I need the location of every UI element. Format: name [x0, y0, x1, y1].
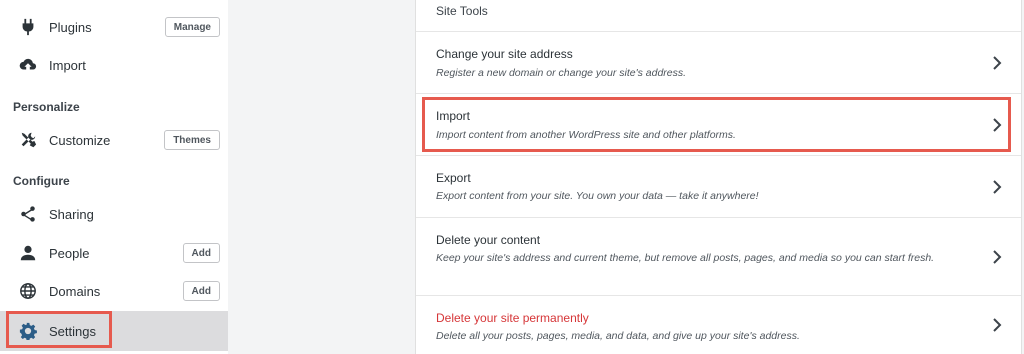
sidebar-item-label: Settings [49, 323, 96, 339]
add-domain-button[interactable]: Add [182, 281, 220, 301]
row-description: Import content from another WordPress si… [436, 129, 736, 141]
sidebar-item-customize[interactable]: Customize Themes [0, 122, 228, 158]
globe-icon [18, 281, 38, 301]
row-title: Export [436, 171, 471, 185]
plug-icon [18, 17, 38, 37]
cloud-upload-icon [18, 55, 38, 75]
card-header: Site Tools [436, 4, 488, 18]
row-title: Import [436, 109, 471, 123]
row-title: Change your site address [436, 47, 573, 61]
chevron-right-icon [991, 249, 1003, 265]
person-icon [18, 243, 38, 263]
gear-icon [18, 321, 38, 341]
sidebar-item-settings[interactable]: Settings [0, 311, 228, 351]
chevron-right-icon [991, 117, 1003, 133]
chevron-right-icon [991, 179, 1003, 195]
themes-button[interactable]: Themes [164, 130, 220, 150]
manage-plugins-button[interactable]: Manage [164, 17, 220, 37]
sidebar-item-label: Sharing [49, 206, 94, 222]
sidebar-item-label: Customize [49, 132, 111, 148]
sidebar-item-sharing[interactable]: Sharing [0, 196, 228, 232]
row-description: Keep your site's address and current the… [436, 252, 935, 264]
sidebar-item-plugins[interactable]: Plugins Manage [0, 9, 228, 45]
section-title-configure: Configure [13, 174, 70, 188]
chevron-right-icon [991, 317, 1003, 333]
row-delete-content[interactable]: Delete your content Keep your site's add… [416, 217, 1021, 295]
sidebar-item-domains[interactable]: Domains Add [0, 273, 228, 309]
sidebar: Plugins Manage Import Personalize Custom… [0, 0, 228, 354]
sidebar-item-label: Domains [49, 283, 101, 299]
chevron-right-icon [991, 55, 1003, 71]
row-export[interactable]: Export Export content from your site. Yo… [416, 155, 1021, 217]
sidebar-item-import[interactable]: Import [0, 47, 228, 83]
sidebar-item-label: Plugins [49, 19, 92, 35]
row-delete-site[interactable]: Delete your site permanently Delete all … [416, 295, 1021, 354]
section-title-personalize: Personalize [13, 100, 80, 114]
row-description: Export content from your site. You own y… [436, 190, 759, 202]
sidebar-item-people[interactable]: People Add [0, 235, 228, 271]
add-people-button[interactable]: Add [182, 243, 220, 263]
row-description: Register a new domain or change your sit… [436, 67, 687, 79]
row-import[interactable]: Import Import content from another WordP… [416, 93, 1021, 155]
sidebar-item-label: Import [49, 57, 86, 73]
tools-icon [18, 130, 38, 150]
share-icon [18, 204, 38, 224]
row-title: Delete your site permanently [436, 311, 589, 325]
row-change-site-address[interactable]: Change your site address Register a new … [416, 31, 1021, 93]
row-description: Delete all your posts, pages, media, and… [436, 330, 800, 342]
sidebar-item-label: People [49, 245, 90, 261]
row-title: Delete your content [436, 233, 541, 247]
site-tools-card: Site Tools Change your site address Regi… [415, 0, 1022, 354]
